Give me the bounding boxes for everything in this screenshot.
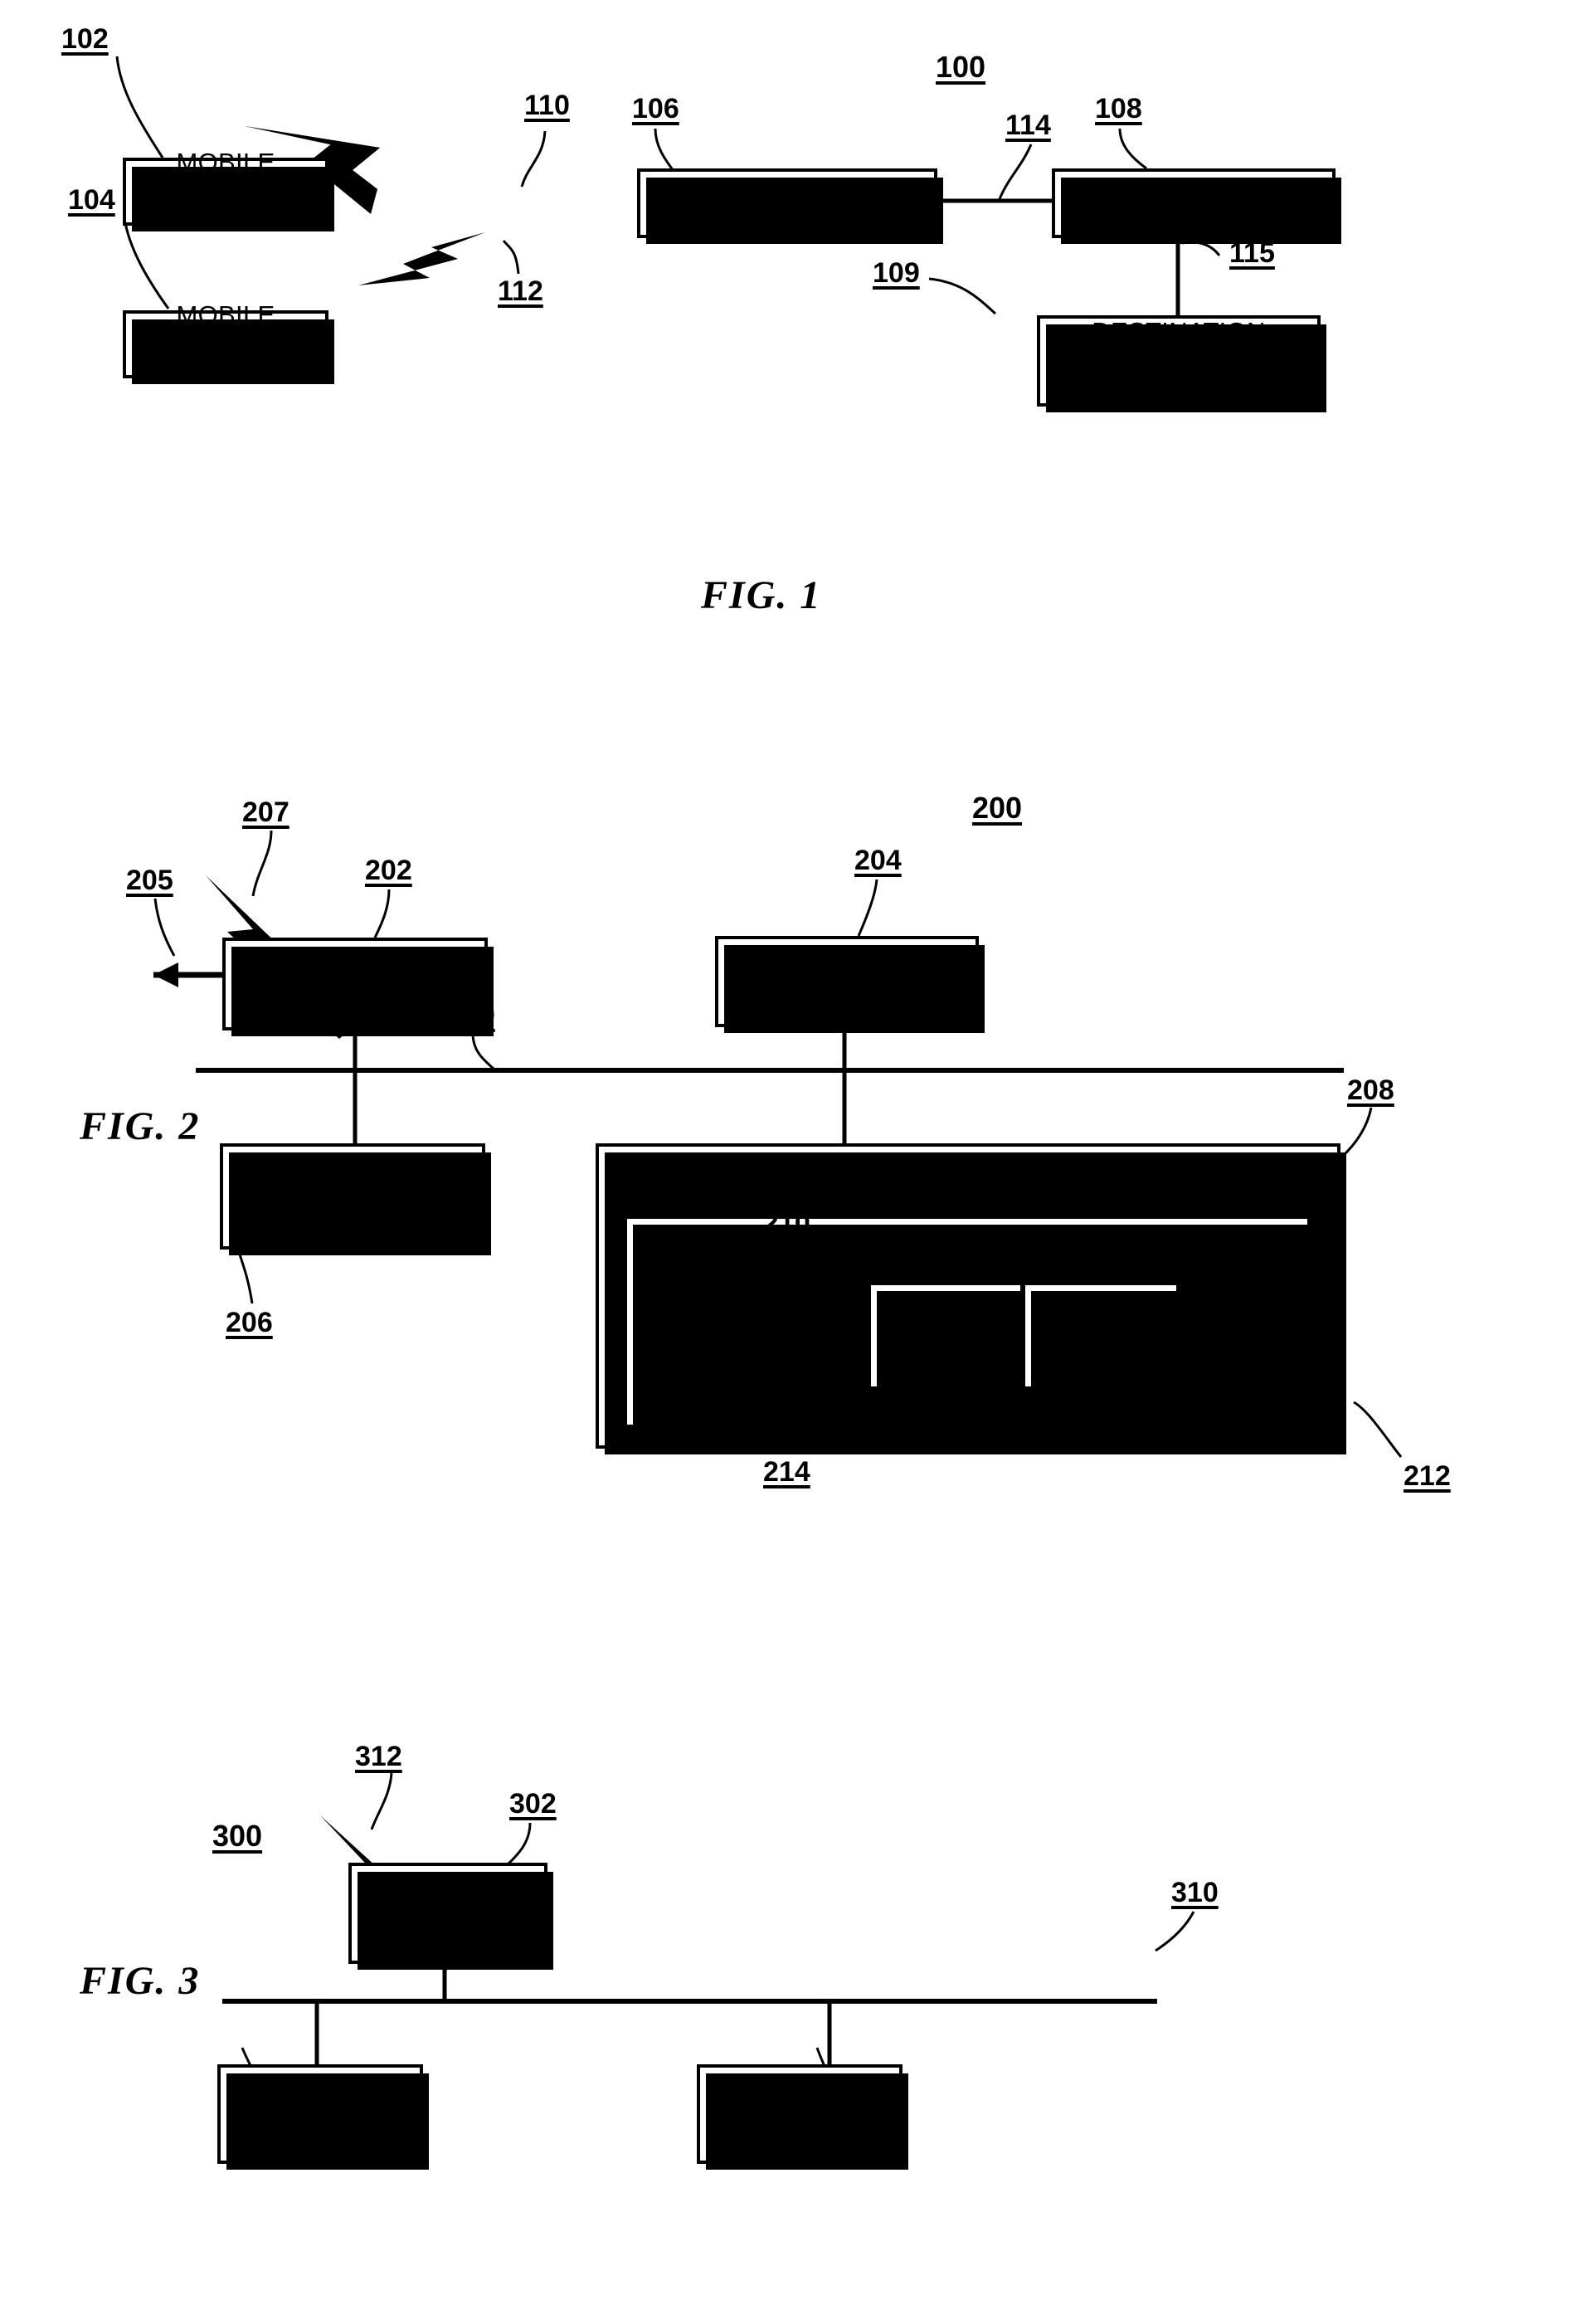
leader-108 xyxy=(1118,128,1147,170)
ref-207: 207 xyxy=(242,797,289,828)
leader-102 xyxy=(115,56,164,158)
ref-205: 205 xyxy=(126,865,173,896)
fig1-network-architecture-label: NETWORK ARCHITECTURE xyxy=(1091,173,1297,231)
fig2-internet-address-label: INTERNET ADDRESS xyxy=(1037,1308,1165,1363)
ref-209: 209 xyxy=(448,1000,495,1031)
ref-114: 114 xyxy=(1005,110,1051,141)
fig1-infrastructure-device: INFRASTRUCTURE DEVICE xyxy=(637,168,943,244)
leader-302 xyxy=(506,1822,532,1866)
fig3-radio-module: RADIO MODULE xyxy=(348,1863,553,1970)
leader-207 xyxy=(251,830,273,897)
fig3-memory: MEMORY xyxy=(697,2064,908,2170)
fig1-destination-infrastructure-device: DESTINATION INFRASTRUCTURE DEVICE xyxy=(1037,315,1326,412)
fig2-ethernet-address-label: ETHERNET ADDRESS xyxy=(877,1308,1014,1363)
ref-202: 202 xyxy=(365,855,412,886)
leader-208 xyxy=(1340,1107,1373,1159)
ref-212: 212 xyxy=(1404,1460,1451,1492)
leader-310 xyxy=(1155,1911,1195,1952)
leader-115 xyxy=(1181,241,1221,256)
leader-109 xyxy=(928,277,997,315)
ref-204: 204 xyxy=(854,845,902,876)
ref-306: 306 xyxy=(237,2101,285,2132)
leader-202 xyxy=(373,889,391,938)
leader-114 xyxy=(998,144,1033,200)
ref-214: 214 xyxy=(763,1456,810,1488)
fig2-internet-address-cell: INTERNET ADDRESS xyxy=(1024,1282,1185,1396)
ref-302: 302 xyxy=(509,1788,557,1820)
ref-210: 210 xyxy=(763,1207,810,1239)
fig1-mobile-client-device-2: MOBILE CLIENT DEVICE xyxy=(123,300,334,387)
ref-208: 208 xyxy=(1347,1074,1394,1106)
fig2-caption: FIG. 2 xyxy=(80,1104,201,1148)
bolt-112 xyxy=(358,232,485,285)
fig2-processor-label: PROCESSOR xyxy=(266,1181,439,1211)
ref-206: 206 xyxy=(226,1307,273,1338)
fig1-infrastructure-device-label: INFRASTRUCTURE DEVICE xyxy=(667,173,907,231)
leader-110 xyxy=(520,130,547,188)
leader-106 xyxy=(654,128,675,172)
fig2-comm-module-label: COMM. MODULE xyxy=(297,953,413,1013)
ref-102: 102 xyxy=(61,23,109,55)
fig1-network-architecture: NETWORK ARCHITECTURE xyxy=(1052,168,1341,244)
ref-100-system: 100 xyxy=(936,50,986,84)
fig1-mobile-client-device-1-label: MOBILE CLIENT DEVICE xyxy=(176,147,275,235)
leader-205 xyxy=(153,898,176,957)
patent-drawing-sheet: 102 104 110 112 106 114 108 115 109 100 … xyxy=(0,0,1591,2324)
fig1-mobile-client-device-1: MOBILE CLIENT DEVICE xyxy=(123,148,334,234)
ref-110: 110 xyxy=(524,90,570,121)
fig2-ethernet-address-cell: ETHERNET ADDRESS xyxy=(868,1282,1029,1396)
fig1-destination-infrastructure-device-label: DESTINATION INFRASTRUCTURE DEVICE xyxy=(1058,316,1299,404)
fig1-mobile-client-device-2-label: MOBILE CLIENT DEVICE xyxy=(176,300,275,387)
fig2-memory-label: MEMORY xyxy=(907,1162,1029,1192)
ref-104: 104 xyxy=(68,184,115,216)
fig2-network-comm-module-label: NETWORK COMM. MODULE xyxy=(727,951,966,1011)
fig2-processor: PROCESSOR xyxy=(220,1143,491,1255)
leader-312 xyxy=(370,1772,393,1830)
ref-106: 106 xyxy=(632,93,679,124)
ref-115: 115 xyxy=(1229,237,1275,269)
ref-308: 308 xyxy=(810,2101,857,2132)
leader-112 xyxy=(502,240,520,275)
leader-209 xyxy=(471,1032,494,1070)
ref-112: 112 xyxy=(498,275,543,307)
fig2-network-mapping-database-label: NETWORK MAPPING DATABASE xyxy=(758,1231,1176,1261)
ref-108: 108 xyxy=(1095,93,1142,124)
leader-212 xyxy=(1353,1401,1403,1458)
ref-109: 109 xyxy=(873,257,920,289)
ref-312: 312 xyxy=(355,1741,402,1772)
ref-310: 310 xyxy=(1171,1877,1219,1908)
output-arrow-head xyxy=(153,962,178,987)
ref-300-system: 300 xyxy=(212,1819,263,1853)
leader-204 xyxy=(857,879,878,937)
fig1-caption: FIG. 1 xyxy=(701,573,822,617)
fig2-network-comm-module: NETWORK COMM. MODULE xyxy=(715,936,985,1033)
leader-206 xyxy=(238,1254,254,1304)
ref-200-system: 200 xyxy=(972,791,1023,825)
fig3-radio-module-label: RADIO MODULE xyxy=(390,1883,506,1942)
fig3-caption: FIG. 3 xyxy=(80,1959,201,2003)
